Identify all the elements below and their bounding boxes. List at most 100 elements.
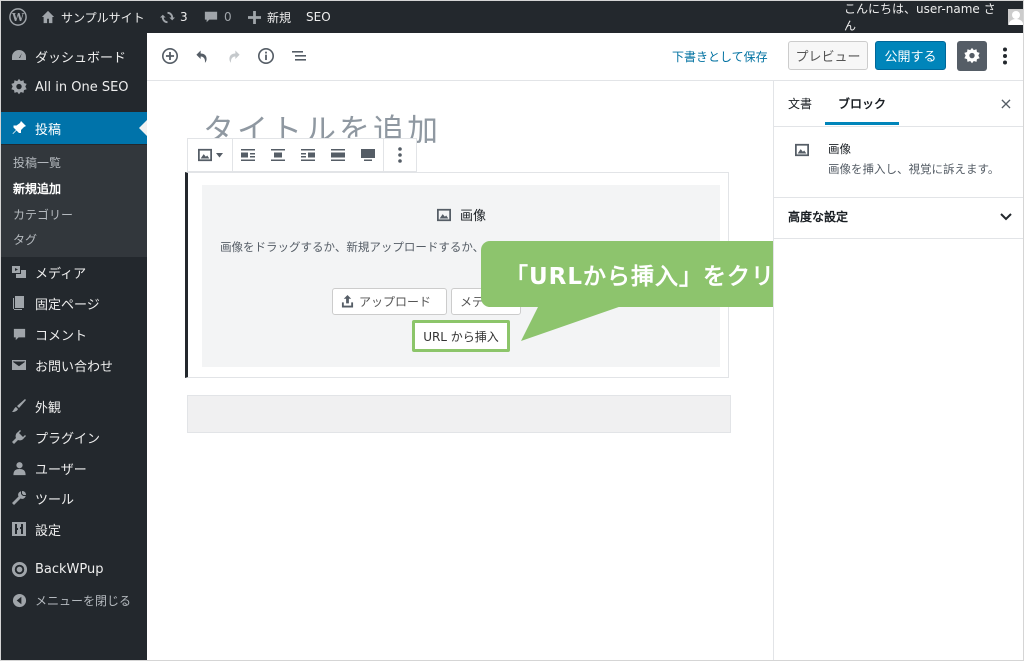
submenu-item-all-posts[interactable]: 投稿一覧 [13,154,61,171]
callout-pointer [521,301,636,341]
sidebar-item-plugins[interactable]: プラグイン [1,422,147,452]
block-card-title: 画像 [828,142,851,156]
sidebar-item-pages[interactable]: 固定ページ [1,288,147,318]
chevron-down-icon [1000,210,1012,225]
new-label: 新規 [267,10,292,25]
gear-icon [963,47,981,65]
preview-button[interactable]: プレビュー [788,41,868,70]
wrench-icon [9,488,29,508]
comments-link[interactable]: 0 [204,1,232,33]
align-left-icon[interactable] [233,139,263,171]
settings-icon [9,519,29,539]
sidebar-item-contact[interactable]: お問い合わせ [1,350,147,380]
settings-toggle-button[interactable] [957,41,987,71]
sidebar-item-comments[interactable]: コメント [1,319,147,349]
sidebar-item-label: ツール [35,492,75,508]
save-draft-link[interactable]: 下書きとして保存 [672,48,768,65]
add-block-icon[interactable] [159,45,181,67]
block-switcher-button[interactable] [188,139,232,171]
upload-button[interactable]: アップロード [332,288,447,315]
avatar [1007,9,1023,25]
sidebar-item-backwpup[interactable]: BackWPup [1,554,147,584]
user-icon [9,458,29,478]
sidebar-item-label: 固定ページ [35,297,100,313]
outline-list-icon[interactable] [288,45,310,67]
wordpress-logo-icon[interactable]: W [9,1,27,33]
home-icon [41,10,55,24]
submenu-item-categories[interactable]: カテゴリー [13,206,73,223]
updates-count: 3 [180,10,188,24]
advanced-settings-title: 高度な設定 [788,210,849,224]
plus-icon [248,10,261,24]
sidebar-item-label: BackWPup [35,561,104,577]
tab-document[interactable]: 文書 [788,95,812,112]
image-placeholder-title: 画像 [460,209,487,224]
sidebar-item-media[interactable]: メディア [1,257,147,287]
block-more-options-icon[interactable] [384,139,416,171]
site-name-link[interactable]: サンプルサイト [41,1,145,33]
sidebar-item-settings[interactable]: 設定 [1,514,147,544]
admin-sidebar: ダッシュボード All in One SEO 投稿 投稿一覧 新規追加 カテゴリ… [1,33,147,660]
sidebar-item-users[interactable]: ユーザー [1,453,147,483]
seo-link[interactable]: SEO [306,1,331,33]
collapse-icon [9,590,29,610]
brush-icon [9,396,29,416]
submenu-item-add-new[interactable]: 新規追加 [13,180,61,197]
undo-icon[interactable] [190,45,212,67]
backwpup-icon [9,559,29,579]
sidebar-item-all-in-one-seo[interactable]: All in One SEO [1,72,147,102]
posts-submenu: 投稿一覧 新規追加 カテゴリー タグ [1,145,147,257]
sidebar-item-posts[interactable]: 投稿 [1,112,147,144]
align-center-icon[interactable] [263,139,293,171]
sidebar-item-appearance[interactable]: 外観 [1,391,147,421]
chevron-down-icon [216,152,223,158]
block-toolbar [187,138,417,172]
block-card: 画像 画像を挿入し、視覚に訴えます。 [774,127,1023,198]
insert-from-url-button[interactable]: URL から挿入 [412,320,510,352]
align-right-icon[interactable] [293,139,323,171]
submenu-item-tags[interactable]: タグ [13,231,37,248]
sidebar-item-label: お問い合わせ [35,359,114,375]
sidebar-item-tools[interactable]: ツール [1,483,147,513]
tab-block[interactable]: ブロック [838,95,886,112]
align-wide-icon[interactable] [323,139,353,171]
sidebar-item-label: メディア [35,266,87,282]
gear-icon [9,77,29,97]
publish-button[interactable]: 公開する [875,41,946,70]
current-menu-arrow [139,120,147,136]
updates-link[interactable]: 3 [160,1,188,33]
image-icon [197,148,213,162]
sidebar-item-label: 投稿 [35,122,62,138]
collapse-menu-button[interactable]: メニューを閉じる [1,585,147,615]
settings-sidebar: 文書 ブロック × 画像 画像を挿入し、視覚に訴えます。 高度な設定 [773,81,1023,660]
close-icon[interactable]: × [996,91,1016,115]
align-full-icon[interactable] [353,139,383,171]
site-name-label: サンプルサイト [61,10,145,25]
comment-bubble-icon [204,10,218,24]
account-menu[interactable]: こんにちは、user-name さん [844,1,1023,33]
new-content-link[interactable]: 新規 [248,1,291,33]
svg-text:W: W [11,11,25,24]
sidebar-item-label: プラグイン [35,431,101,447]
sidebar-tabs: 文書 ブロック × [774,81,1023,127]
seo-label: SEO [306,10,331,24]
browser-frame: W サンプルサイト 3 0 新規 SEO こんにちは、user-name さん [0,0,1024,661]
image-placeholder-label: 画像 [436,205,486,224]
mail-icon [9,355,29,375]
default-block-appender[interactable] [187,395,731,433]
sidebar-item-label: コメント [35,328,88,344]
plugin-icon [9,427,29,447]
page-icon [9,293,29,313]
editor-header: 下書きとして保存 プレビュー 公開する [147,33,1023,81]
advanced-settings-panel[interactable]: 高度な設定 [774,198,1023,239]
more-options-icon[interactable] [997,45,1013,67]
info-icon[interactable] [255,45,277,67]
greeting-label: こんにちは、user-name さん [844,2,996,33]
editor-canvas: タイトルを追加 画像 画像をドラッグするか、新規アップロードするか、ライブラリか… [147,81,773,660]
pin-icon [9,118,29,138]
sidebar-item-dashboard[interactable]: ダッシュボード [1,41,147,71]
redo-icon[interactable] [223,45,245,67]
admin-bar: W サンプルサイト 3 0 新規 SEO こんにちは、user-name さん [1,1,1023,33]
image-icon [436,208,460,222]
media-icon [9,262,29,282]
